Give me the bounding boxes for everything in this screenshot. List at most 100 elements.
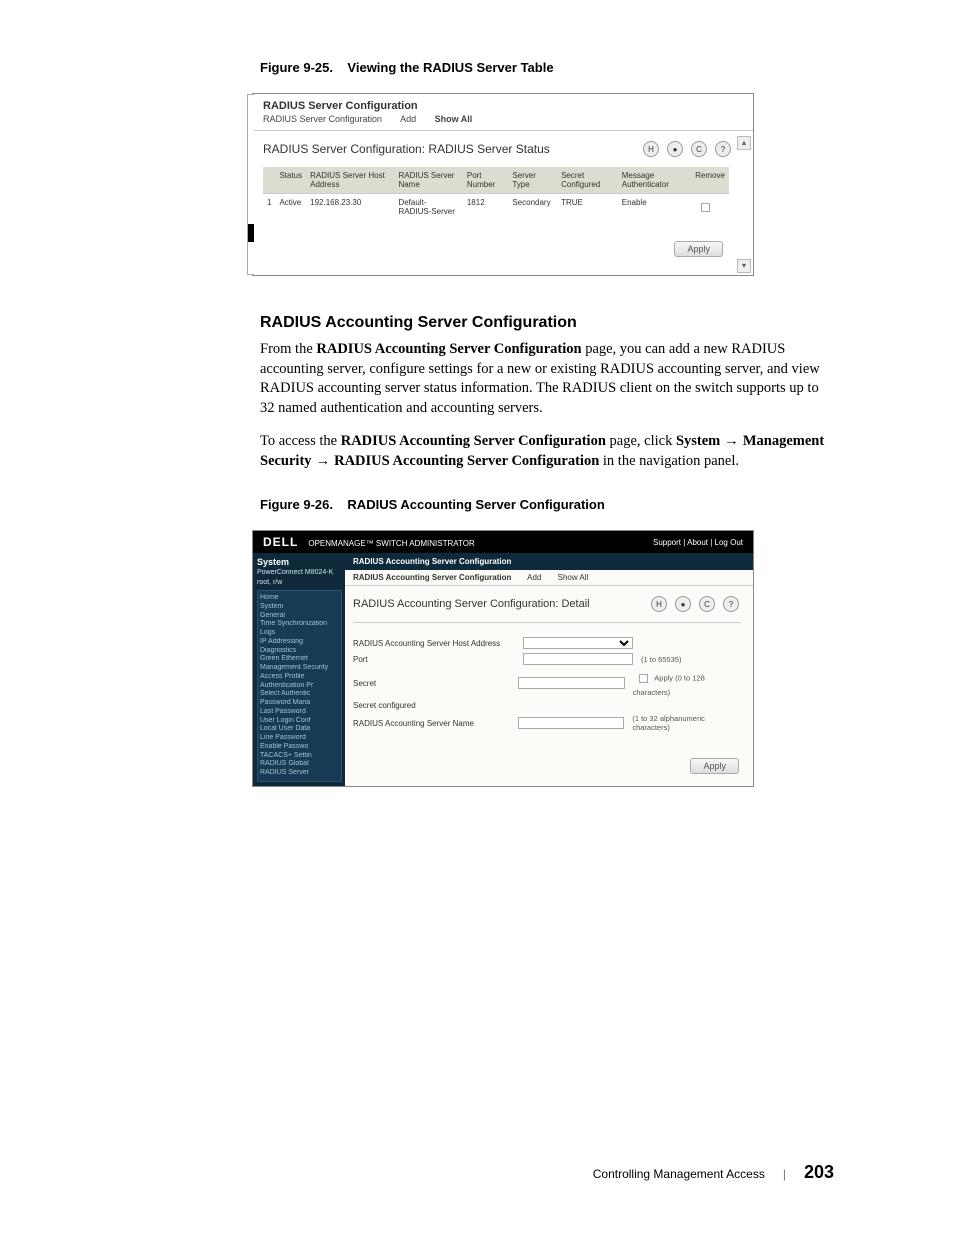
crumb-title: RADIUS Accounting Server Configuration [345, 553, 753, 570]
col-status[interactable]: Status [275, 167, 306, 194]
cell-remove [691, 194, 729, 222]
help-icon[interactable]: ? [723, 596, 739, 612]
sidebar-tree[interactable]: Home System General Time Synchronization… [257, 590, 342, 782]
fig26-apply-wrap: Apply [345, 740, 753, 782]
p2-f: RADIUS Accounting Server Configuration [334, 453, 599, 469]
name-input[interactable] [518, 717, 625, 729]
tab-show-all[interactable]: Show All [435, 114, 473, 124]
sidebar-item-diag[interactable]: Diagnostics [260, 647, 339, 656]
fig25-title: Viewing the RADIUS Server Table [347, 60, 553, 75]
col-blank [263, 167, 275, 194]
p2-b: RADIUS Accounting Server Configuration [341, 433, 606, 449]
tab-config[interactable]: RADIUS Server Configuration [263, 114, 382, 124]
p2-a: To access the [260, 433, 341, 449]
figure-25-caption: Figure 9-25. Viewing the RADIUS Server T… [260, 60, 834, 75]
form-area: RADIUS Accounting Server Host Address Po… [345, 629, 753, 740]
sidebar-item-logs[interactable]: Logs [260, 629, 339, 638]
sidebar-item-general[interactable]: General [260, 612, 339, 621]
sidebar-item-radsrv[interactable]: RADIUS Server [260, 769, 339, 778]
row-port: Port (1 to 65535) [353, 651, 741, 667]
p2-c: page, click [606, 433, 676, 449]
sidebar-item-mgmt-security[interactable]: Management Security [260, 664, 339, 673]
sidebar-item-linepwd[interactable]: Line Password [260, 734, 339, 743]
fig26-title: RADIUS Accounting Server Configuration [347, 497, 604, 512]
table-row: 1 Active 192.168.23.30 Default-RADIUS-Se… [263, 194, 729, 222]
p1-b: RADIUS Accounting Server Configuration [316, 341, 581, 357]
sidebar-item-green[interactable]: Green Ethernet [260, 655, 339, 664]
figure-26-panel: DELL OPENMANAGE™ SWITCH ADMINISTRATOR Su… [252, 530, 754, 787]
footer-chapter: Controlling Management Access [593, 1167, 765, 1181]
sidebar-item-auth[interactable]: Authentication Pr [260, 682, 339, 691]
p2-g: in the navigation panel. [599, 453, 739, 469]
sidebar-item-timesync[interactable]: Time Synchronization [260, 620, 339, 629]
hint-secret: Apply (0 to 128 characters) [633, 669, 741, 697]
top-links[interactable]: Support | About | Log Out [653, 538, 743, 547]
sidebar-item-radglob[interactable]: RADIUS Global [260, 760, 339, 769]
table-header-row: Status RADIUS Server Host Address RADIUS… [263, 167, 729, 194]
fig26-content: RADIUS Accounting Server Configuration R… [345, 553, 753, 786]
save-icon[interactable]: H [643, 141, 659, 157]
row-name: RADIUS Accounting Server Name (1 to 32 a… [353, 712, 741, 734]
sidebar-item-home[interactable]: Home [260, 594, 339, 603]
col-host[interactable]: RADIUS Server Host Address [306, 167, 394, 194]
apply-button[interactable]: Apply [674, 241, 723, 257]
sidebar-item-pwdmgmt[interactable]: Password Mana [260, 699, 339, 708]
p1-a: From the [260, 341, 316, 357]
detail-title: RADIUS Accounting Server Configuration: … [353, 598, 590, 610]
lbl-name: RADIUS Accounting Server Name [353, 719, 518, 728]
sidebar-item-lastpwd[interactable]: Last Password [260, 708, 339, 717]
secret-input[interactable] [518, 677, 625, 689]
tab-show-all[interactable]: Show All [558, 573, 589, 582]
apply-button[interactable]: Apply [690, 758, 739, 774]
arrow2: → [312, 453, 335, 469]
scroll-up-icon[interactable]: ▴ [737, 136, 751, 150]
sidebar-item-ip[interactable]: IP Addressing [260, 638, 339, 647]
sidebar-item-selauth[interactable]: Select Authentic [260, 690, 339, 699]
sidebar-item-userlogin[interactable]: User Login Conf [260, 717, 339, 726]
tab-add[interactable]: Add [527, 573, 541, 582]
secret-apply-checkbox[interactable] [639, 674, 648, 683]
radius-server-table: Status RADIUS Server Host Address RADIUS… [263, 167, 729, 221]
remove-checkbox[interactable] [701, 203, 710, 212]
cell-status: Active [275, 194, 306, 222]
col-name[interactable]: RADIUS Server Name [394, 167, 462, 194]
print-icon[interactable]: ● [667, 141, 683, 157]
col-type[interactable]: Server Type [508, 167, 557, 194]
figure-25-panel: ▴ ▾ RADIUS Server Configuration RADIUS S… [252, 93, 754, 276]
save-icon[interactable]: H [651, 596, 667, 612]
page-footer: Controlling Management Access | 203 [593, 1162, 834, 1183]
sidebar-user: root, r/w [257, 579, 342, 588]
sidebar-item-enablepwd[interactable]: Enable Passwo [260, 743, 339, 752]
port-input[interactable] [523, 653, 633, 665]
sidebar-item-system[interactable]: System [260, 603, 339, 612]
dell-logo: DELL [263, 535, 298, 549]
fig25-title-row: RADIUS Server Configuration: RADIUS Serv… [253, 131, 753, 167]
scroll-down-icon[interactable]: ▾ [737, 259, 751, 273]
para-2: To access the RADIUS Accounting Server C… [260, 432, 834, 471]
col-port[interactable]: Port Number [463, 167, 508, 194]
col-secret[interactable]: Secret Configured [557, 167, 618, 194]
refresh-icon[interactable]: C [699, 596, 715, 612]
help-icon[interactable]: ? [715, 141, 731, 157]
divider [353, 622, 741, 623]
sidebar-item-access[interactable]: Access Profile [260, 673, 339, 682]
sidebar-system-head: System [257, 557, 342, 568]
fig26-head: Figure 9-26. [260, 497, 333, 512]
sidebar-model: PowerConnect M8024-K [257, 569, 342, 578]
tab-config[interactable]: RADIUS Accounting Server Configuration [353, 573, 511, 582]
detail-title-row: RADIUS Accounting Server Configuration: … [345, 586, 753, 622]
host-select[interactable] [523, 637, 633, 649]
figure-26-caption: Figure 9-26. RADIUS Accounting Server Co… [260, 497, 834, 512]
sidebar-item-localuser[interactable]: Local User Data [260, 725, 339, 734]
sidebar-item-tacacs[interactable]: TACACS+ Settin [260, 752, 339, 761]
fig25-panel-title: RADIUS Server Configuration [253, 94, 753, 112]
print-icon[interactable]: ● [675, 596, 691, 612]
cell-host: 192.168.23.30 [306, 194, 394, 222]
cell-msgauth: Enable [618, 194, 691, 222]
fig26-icons: H ● C ? [651, 596, 739, 612]
row-secret: Secret Apply (0 to 128 characters) [353, 667, 741, 699]
col-msgauth[interactable]: Message Authenticator [618, 167, 691, 194]
refresh-icon[interactable]: C [691, 141, 707, 157]
tab-add[interactable]: Add [400, 114, 416, 124]
fig25-head: Figure 9-25. [260, 60, 333, 75]
